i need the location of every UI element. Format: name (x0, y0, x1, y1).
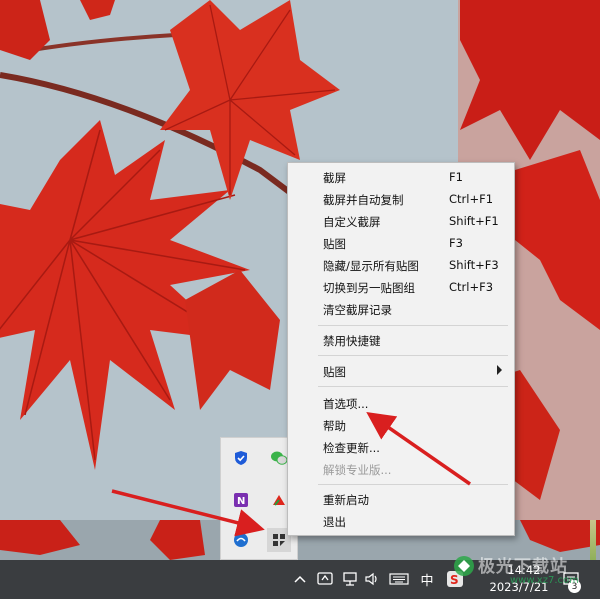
ime-mode-indicator[interactable]: 中 (416, 569, 438, 589)
menu-separator (318, 355, 508, 356)
menu-item-disable-hotkeys[interactable]: 禁用快捷键 (288, 329, 514, 351)
menu-item-label: 检查更新... (323, 441, 380, 455)
menu-item-clear-history[interactable]: 清空截屏记录 (288, 298, 514, 320)
menu-item-label: 禁用快捷键 (323, 334, 381, 348)
menu-item-shortcut: Ctrl+F3 (449, 280, 494, 294)
menu-item-label: 贴图 (323, 365, 346, 379)
menu-item-label: 贴图 (323, 237, 346, 251)
menu-item-shortcut: Shift+F3 (449, 258, 499, 272)
volume-icon[interactable] (362, 570, 382, 588)
menu-item-label: 截屏并自动复制 (323, 193, 404, 207)
tray-app-icon[interactable] (315, 570, 335, 588)
watermark: 极光下载站 www.xz7.com (448, 540, 600, 599)
menu-item-paste[interactable]: 贴图 F3 (288, 232, 514, 254)
chevron-up-icon[interactable] (292, 571, 308, 587)
menu-item-paste-submenu[interactable]: 贴图 (288, 360, 514, 382)
menu-item-label: 帮助 (323, 419, 346, 433)
watermark-url: www.xz7.com (510, 575, 579, 586)
menu-item-label: 解锁专业版... (323, 463, 392, 477)
menu-separator (318, 325, 508, 326)
network-icon[interactable] (340, 570, 360, 588)
menu-item-preferences[interactable]: 首选项... (288, 392, 514, 414)
menu-item-label: 退出 (323, 515, 346, 529)
menu-item-label: 截屏 (323, 171, 346, 185)
menu-item-exit[interactable]: 退出 (288, 510, 514, 532)
menu-separator (318, 484, 508, 485)
menu-item-restart[interactable]: 重新启动 (288, 488, 514, 510)
watermark-text: 极光下载站 (478, 557, 568, 577)
shield-check-icon[interactable] (229, 446, 253, 470)
menu-item-help[interactable]: 帮助 (288, 414, 514, 436)
menu-item-check-updates[interactable]: 检查更新... (288, 436, 514, 458)
menu-item-label: 切换到另一贴图组 (323, 281, 415, 295)
menu-item-shortcut: F3 (449, 236, 463, 250)
onenote-icon[interactable]: N (229, 488, 253, 512)
mail-icon[interactable] (229, 528, 253, 552)
menu-item-shortcut: Ctrl+F1 (449, 192, 494, 206)
snipaste-context-menu: 截屏 F1 截屏并自动复制 Ctrl+F1 自定义截屏 Shift+F1 贴图 … (287, 162, 515, 536)
menu-item-label: 重新启动 (323, 493, 369, 507)
menu-separator (318, 386, 508, 387)
menu-item-shortcut: Shift+F1 (449, 214, 499, 228)
menu-item-label: 隐藏/显示所有贴图 (323, 259, 419, 273)
menu-item-toggle-pastes[interactable]: 隐藏/显示所有贴图 Shift+F3 (288, 254, 514, 276)
svg-text:N: N (237, 496, 245, 507)
menu-item-label: 自定义截屏 (323, 215, 381, 229)
menu-item-switch-group[interactable]: 切换到另一贴图组 Ctrl+F3 (288, 276, 514, 298)
menu-item-screenshot[interactable]: 截屏 F1 (288, 166, 514, 188)
menu-item-shortcut: F1 (449, 170, 463, 184)
menu-item-screenshot-copy[interactable]: 截屏并自动复制 Ctrl+F1 (288, 188, 514, 210)
menu-item-label: 清空截屏记录 (323, 303, 392, 317)
submenu-arrow-icon (497, 365, 502, 375)
menu-item-custom-screenshot[interactable]: 自定义截屏 Shift+F1 (288, 210, 514, 232)
keyboard-icon[interactable] (387, 570, 411, 588)
menu-item-unlock-pro: 解锁专业版... (288, 458, 514, 480)
menu-item-label: 首选项... (323, 397, 369, 411)
